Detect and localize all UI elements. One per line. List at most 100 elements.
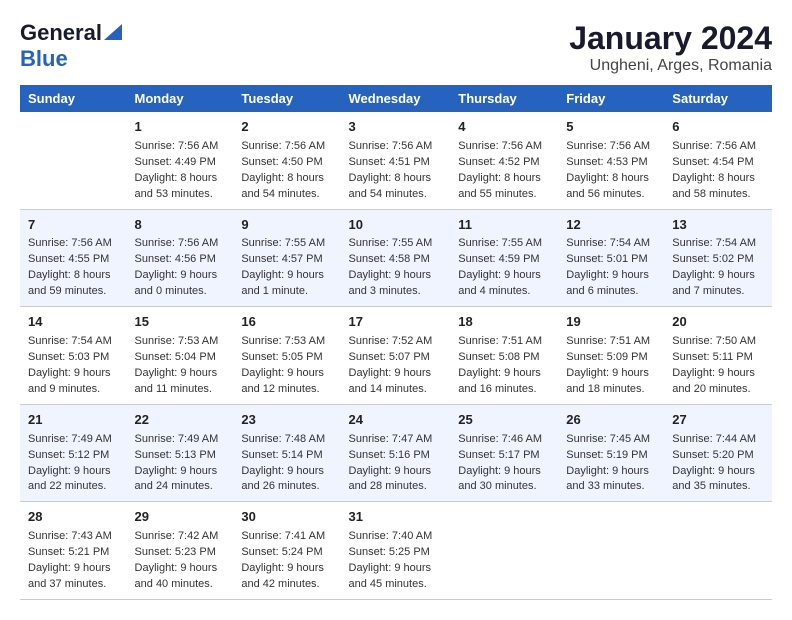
sunrise-info: Sunrise: 7:47 AM [349,432,443,448]
sunrise-info: Sunrise: 7:55 AM [349,236,443,252]
sunset-info: Sunset: 5:16 PM [349,448,443,464]
sunset-info: Sunset: 5:25 PM [349,545,443,561]
daylight-info: Daylight: 9 hours and 42 minutes. [241,561,332,593]
calendar-cell: 21Sunrise: 7:49 AMSunset: 5:12 PMDayligh… [20,404,127,502]
sunrise-info: Sunrise: 7:56 AM [135,236,226,252]
day-number: 5 [566,118,656,137]
calendar-cell: 29Sunrise: 7:42 AMSunset: 5:23 PMDayligh… [127,502,234,600]
calendar-cell: 27Sunrise: 7:44 AMSunset: 5:20 PMDayligh… [664,404,772,502]
sunset-info: Sunset: 4:59 PM [458,252,550,268]
daylight-info: Daylight: 8 hours and 54 minutes. [241,171,332,203]
daylight-info: Daylight: 8 hours and 53 minutes. [135,171,226,203]
sunrise-info: Sunrise: 7:48 AM [241,432,332,448]
calendar-cell: 22Sunrise: 7:49 AMSunset: 5:13 PMDayligh… [127,404,234,502]
calendar-cell [20,112,127,209]
day-number: 6 [672,118,764,137]
sunset-info: Sunset: 5:08 PM [458,350,550,366]
daylight-info: Daylight: 9 hours and 20 minutes. [672,366,764,398]
sunset-info: Sunset: 5:02 PM [672,252,764,268]
calendar-week-row: 14Sunrise: 7:54 AMSunset: 5:03 PMDayligh… [20,307,772,405]
sunset-info: Sunset: 4:56 PM [135,252,226,268]
sunrise-info: Sunrise: 7:49 AM [28,432,119,448]
daylight-info: Daylight: 9 hours and 16 minutes. [458,366,550,398]
sunset-info: Sunset: 5:04 PM [135,350,226,366]
sunrise-info: Sunrise: 7:50 AM [672,334,764,350]
sunset-info: Sunset: 5:17 PM [458,448,550,464]
day-number: 24 [349,411,443,430]
daylight-info: Daylight: 9 hours and 24 minutes. [135,464,226,496]
calendar-cell [450,502,558,600]
header-day-thursday: Thursday [450,85,558,112]
sunrise-info: Sunrise: 7:56 AM [672,139,764,155]
calendar-header-row: SundayMondayTuesdayWednesdayThursdayFrid… [20,85,772,112]
daylight-info: Daylight: 9 hours and 18 minutes. [566,366,656,398]
calendar-cell: 6 Sunrise: 7:56 AMSunset: 4:54 PMDaylight… [664,112,772,209]
day-number: 14 [28,313,119,332]
sunset-info: Sunset: 4:49 PM [135,155,226,171]
calendar-cell: 18Sunrise: 7:51 AMSunset: 5:08 PMDayligh… [450,307,558,405]
calendar-cell: 4Sunrise: 7:56 AMSunset: 4:52 PMDaylight… [450,112,558,209]
sunset-info: Sunset: 5:09 PM [566,350,656,366]
sunset-info: Sunset: 4:50 PM [241,155,332,171]
daylight-info: Daylight: 9 hours and 40 minutes. [135,561,226,593]
sunset-info: Sunset: 5:19 PM [566,448,656,464]
calendar-cell: 10Sunrise: 7:55 AMSunset: 4:58 PMDayligh… [341,209,451,307]
daylight-info: Daylight: 9 hours and 3 minutes. [349,268,443,300]
calendar-cell: 23Sunrise: 7:48 AMSunset: 5:14 PMDayligh… [233,404,340,502]
calendar-cell: 12Sunrise: 7:54 AMSunset: 5:01 PMDayligh… [558,209,664,307]
day-number: 4 [458,118,550,137]
header-day-monday: Monday [127,85,234,112]
month-title: January 2024 [569,20,772,57]
daylight-info: Daylight: 9 hours and 7 minutes. [672,268,764,300]
calendar-cell: 11Sunrise: 7:55 AMSunset: 4:59 PMDayligh… [450,209,558,307]
calendar-cell: 31Sunrise: 7:40 AMSunset: 5:25 PMDayligh… [341,502,451,600]
day-number: 27 [672,411,764,430]
day-number: 8 [135,216,226,235]
day-number: 17 [349,313,443,332]
logo-blue-text: Blue [20,46,68,72]
sunset-info: Sunset: 5:21 PM [28,545,119,561]
daylight-info: Daylight: 9 hours and 1 minute. [241,268,332,300]
sunset-info: Sunset: 4:55 PM [28,252,119,268]
daylight-info: Daylight: 9 hours and 35 minutes. [672,464,764,496]
sunrise-info: Sunrise: 7:42 AM [135,529,226,545]
calendar-cell [664,502,772,600]
sunset-info: Sunset: 4:52 PM [458,155,550,171]
sunrise-info: Sunrise: 7:55 AM [241,236,332,252]
calendar-cell: 2Sunrise: 7:56 AMSunset: 4:50 PMDaylight… [233,112,340,209]
sunrise-info: Sunrise: 7:56 AM [458,139,550,155]
day-number: 7 [28,216,119,235]
daylight-info: Daylight: 9 hours and 6 minutes. [566,268,656,300]
daylight-info: Daylight: 9 hours and 33 minutes. [566,464,656,496]
day-number: 21 [28,411,119,430]
daylight-info: Daylight: 9 hours and 28 minutes. [349,464,443,496]
daylight-info: Daylight: 8 hours and 58 minutes. [672,171,764,203]
sunrise-info: Sunrise: 7:53 AM [241,334,332,350]
day-number: 10 [349,216,443,235]
calendar-cell: 25 Sunrise: 7:46 AMSunset: 5:17 PMDayligh… [450,404,558,502]
sunset-info: Sunset: 5:12 PM [28,448,119,464]
header-day-tuesday: Tuesday [233,85,340,112]
daylight-info: Daylight: 9 hours and 12 minutes. [241,366,332,398]
daylight-info: Daylight: 9 hours and 30 minutes. [458,464,550,496]
daylight-info: Daylight: 9 hours and 11 minutes. [135,366,226,398]
sunset-info: Sunset: 5:20 PM [672,448,764,464]
sunrise-info: Sunrise: 7:52 AM [349,334,443,350]
day-number: 31 [349,508,443,527]
sunset-info: Sunset: 4:54 PM [672,155,764,171]
calendar-cell: 14Sunrise: 7:54 AMSunset: 5:03 PMDayligh… [20,307,127,405]
sunrise-info: Sunrise: 7:45 AM [566,432,656,448]
calendar-week-row: 21 Sunrise: 7:49 AMSunset: 5:12 PM Dayligh… [20,404,772,502]
sunrise-info: Sunrise: 7:56 AM [28,236,119,252]
sunset-info: Sunset: 4:53 PM [566,155,656,171]
logo-general-text: General [20,20,102,46]
sunrise-info: Sunrise: 7:46 AM [458,432,550,448]
day-number: 2 [241,118,332,137]
sunset-info: Sunset: 5:14 PM [241,448,332,464]
day-number: 19 [566,313,656,332]
calendar-cell: 15Sunrise: 7:53 AMSunset: 5:04 PMDayligh… [127,307,234,405]
day-number: 25 [458,411,550,430]
sunrise-info: Sunrise: 7:53 AM [135,334,226,350]
calendar-table: SundayMondayTuesdayWednesdayThursdayFrid… [20,85,772,600]
daylight-info: Daylight: 9 hours and 37 minutes. [28,561,119,593]
